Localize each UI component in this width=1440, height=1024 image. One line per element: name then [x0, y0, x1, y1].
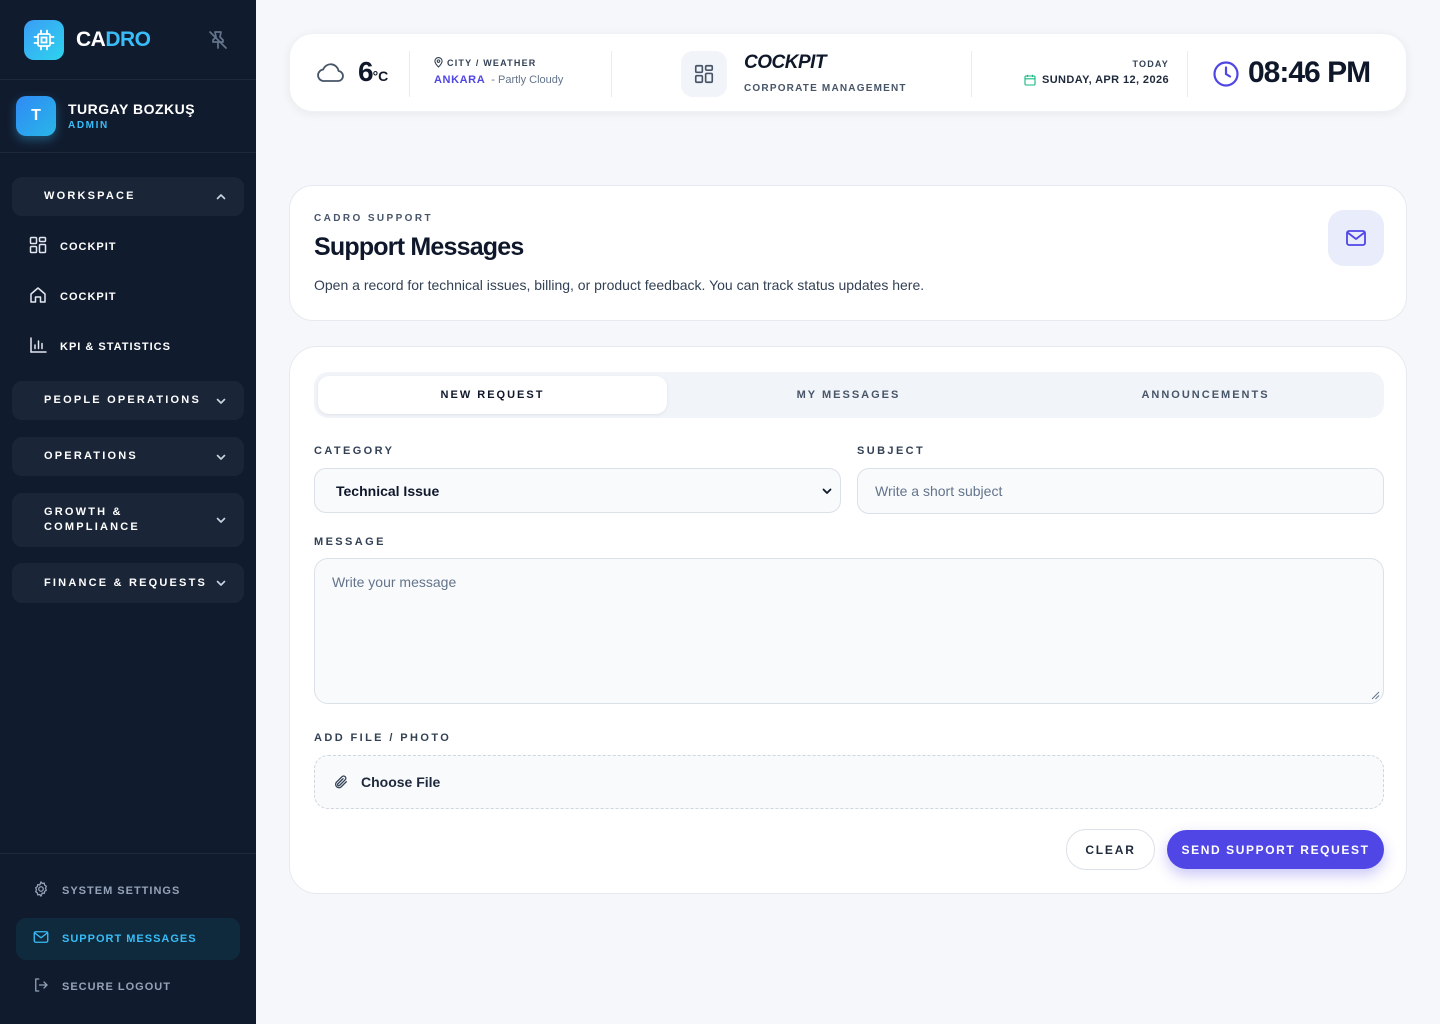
chevron-down-icon [216, 580, 226, 586]
weather-condition: - Partly Cloudy [491, 74, 564, 86]
avatar: T [16, 96, 56, 136]
sidebar-item-cockpit-home[interactable]: COCKPIT [28, 286, 117, 308]
page-eyebrow: CADRO SUPPORT [314, 213, 433, 224]
mail-icon [1328, 210, 1384, 266]
chevron-down-icon [822, 488, 832, 494]
grid-icon [28, 235, 48, 260]
nav-group-operations[interactable]: OPERATIONS [12, 437, 244, 476]
user-profile[interactable]: T TURGAY BOZKUŞ ADMIN [16, 96, 195, 136]
bar-chart-icon [28, 335, 48, 360]
nav-group-growth-compliance[interactable]: GROWTH & COMPLIANCE [12, 493, 244, 547]
subject-label: SUBJECT [857, 445, 926, 457]
page-description: Open a record for technical issues, bill… [314, 277, 925, 293]
sidebar-item-label: KPI & STATISTICS [60, 341, 171, 353]
sidebar-item-label: SECURE LOGOUT [62, 981, 171, 993]
message-label: MESSAGE [314, 536, 386, 548]
page-title: Support Messages [314, 233, 524, 261]
chevron-down-icon [216, 398, 226, 404]
unpin-icon[interactable] [206, 28, 230, 52]
tab-my-messages[interactable]: MY MESSAGES [674, 376, 1023, 414]
user-name: TURGAY BOZKUŞ [68, 101, 196, 117]
sidebar: CADRO T TURGAY BOZKUŞ ADMIN WORKSPACE CO… [0, 0, 256, 1024]
message-textarea[interactable]: Write your message [314, 558, 1384, 704]
sidebar-divider [0, 79, 256, 80]
category-label: CATEGORY [314, 445, 395, 457]
gear-icon [32, 880, 50, 903]
file-label: ADD FILE / PHOTO [314, 732, 452, 744]
sidebar-item-label: COCKPIT [60, 291, 117, 303]
dashboard-icon [681, 51, 727, 97]
resize-handle-icon[interactable] [1371, 691, 1380, 700]
current-date: SUNDAY, APR 12, 2026 [1024, 74, 1169, 86]
top-bar: 6°C CITY / WEATHER ANKARA - Partly Cloudy… [289, 33, 1407, 112]
cloud-icon [314, 60, 346, 91]
category-value: Technical Issue [336, 482, 440, 499]
subject-input[interactable]: Write a short subject [857, 468, 1384, 514]
weather-label: CITY / WEATHER [434, 57, 536, 68]
paperclip-icon [335, 775, 347, 789]
location-pin-icon [434, 57, 443, 68]
nav-group-label: OPERATIONS [44, 450, 138, 462]
sidebar-item-secure-logout[interactable]: SECURE LOGOUT [16, 966, 240, 1008]
tab-announcements[interactable]: ANNOUNCEMENTS [1031, 376, 1380, 414]
logout-icon [32, 976, 50, 999]
home-icon [28, 285, 48, 310]
sidebar-divider [0, 853, 256, 854]
nav-group-label: PEOPLE OPERATIONS [44, 394, 201, 406]
brand-name: CADRO [76, 28, 151, 51]
sidebar-item-label: SYSTEM SETTINGS [62, 885, 181, 897]
category-select[interactable]: Technical Issue [314, 468, 841, 513]
clear-button[interactable]: CLEAR [1066, 829, 1155, 870]
temperature: 6°C [358, 56, 389, 87]
nav-group-label: GROWTH & COMPLIANCE [44, 506, 140, 533]
sidebar-item-kpi-statistics[interactable]: KPI & STATISTICS [28, 336, 171, 358]
sidebar-item-support-messages[interactable]: SUPPORT MESSAGES [16, 918, 240, 960]
chip-logo-icon [24, 20, 64, 60]
today-label: TODAY [1132, 59, 1169, 69]
message-placeholder: Write your message [332, 574, 457, 590]
nav-group-workspace[interactable]: WORKSPACE [12, 177, 244, 216]
sidebar-divider [0, 152, 256, 153]
calendar-icon [1024, 74, 1036, 86]
tab-bar: NEW REQUEST MY MESSAGES ANNOUNCEMENTS [314, 372, 1384, 418]
separator [1187, 51, 1188, 97]
file-upload[interactable]: Choose File [314, 755, 1384, 809]
separator [611, 51, 612, 97]
sidebar-item-label: SUPPORT MESSAGES [62, 933, 197, 945]
nav-group-label: WORKSPACE [44, 190, 136, 202]
support-form-card: NEW REQUEST MY MESSAGES ANNOUNCEMENTS CA… [289, 346, 1407, 894]
nav-group-label: FINANCE & REQUESTS [44, 576, 208, 589]
app-subtitle: CORPORATE MANAGEMENT [744, 83, 907, 94]
tab-new-request[interactable]: NEW REQUEST [318, 376, 667, 414]
nav-group-people-operations[interactable]: PEOPLE OPERATIONS [12, 381, 244, 420]
sidebar-item-cockpit[interactable]: COCKPIT [28, 236, 117, 258]
app-title: COCKPIT [744, 52, 827, 73]
chevron-down-icon [216, 517, 226, 523]
clock-icon [1212, 60, 1240, 93]
user-role: ADMIN [68, 120, 109, 131]
choose-file-button[interactable]: Choose File [361, 774, 440, 790]
current-time: 08:46 PM [1248, 56, 1371, 89]
chevron-up-icon [216, 193, 226, 199]
chevron-down-icon [216, 454, 226, 460]
sidebar-item-system-settings[interactable]: SYSTEM SETTINGS [16, 870, 240, 912]
separator [409, 51, 410, 97]
nav-group-finance-requests[interactable]: FINANCE & REQUESTS [12, 563, 244, 603]
page-header-card: CADRO SUPPORT Support Messages Open a re… [289, 185, 1407, 321]
sidebar-item-label: COCKPIT [60, 241, 117, 253]
separator [971, 51, 972, 97]
city-weather: ANKARA - Partly Cloudy [434, 74, 563, 86]
send-support-request-button[interactable]: SEND SUPPORT REQUEST [1167, 830, 1384, 869]
mail-icon [32, 928, 50, 951]
city-name: ANKARA [434, 74, 486, 86]
brand[interactable]: CADRO [24, 20, 151, 60]
